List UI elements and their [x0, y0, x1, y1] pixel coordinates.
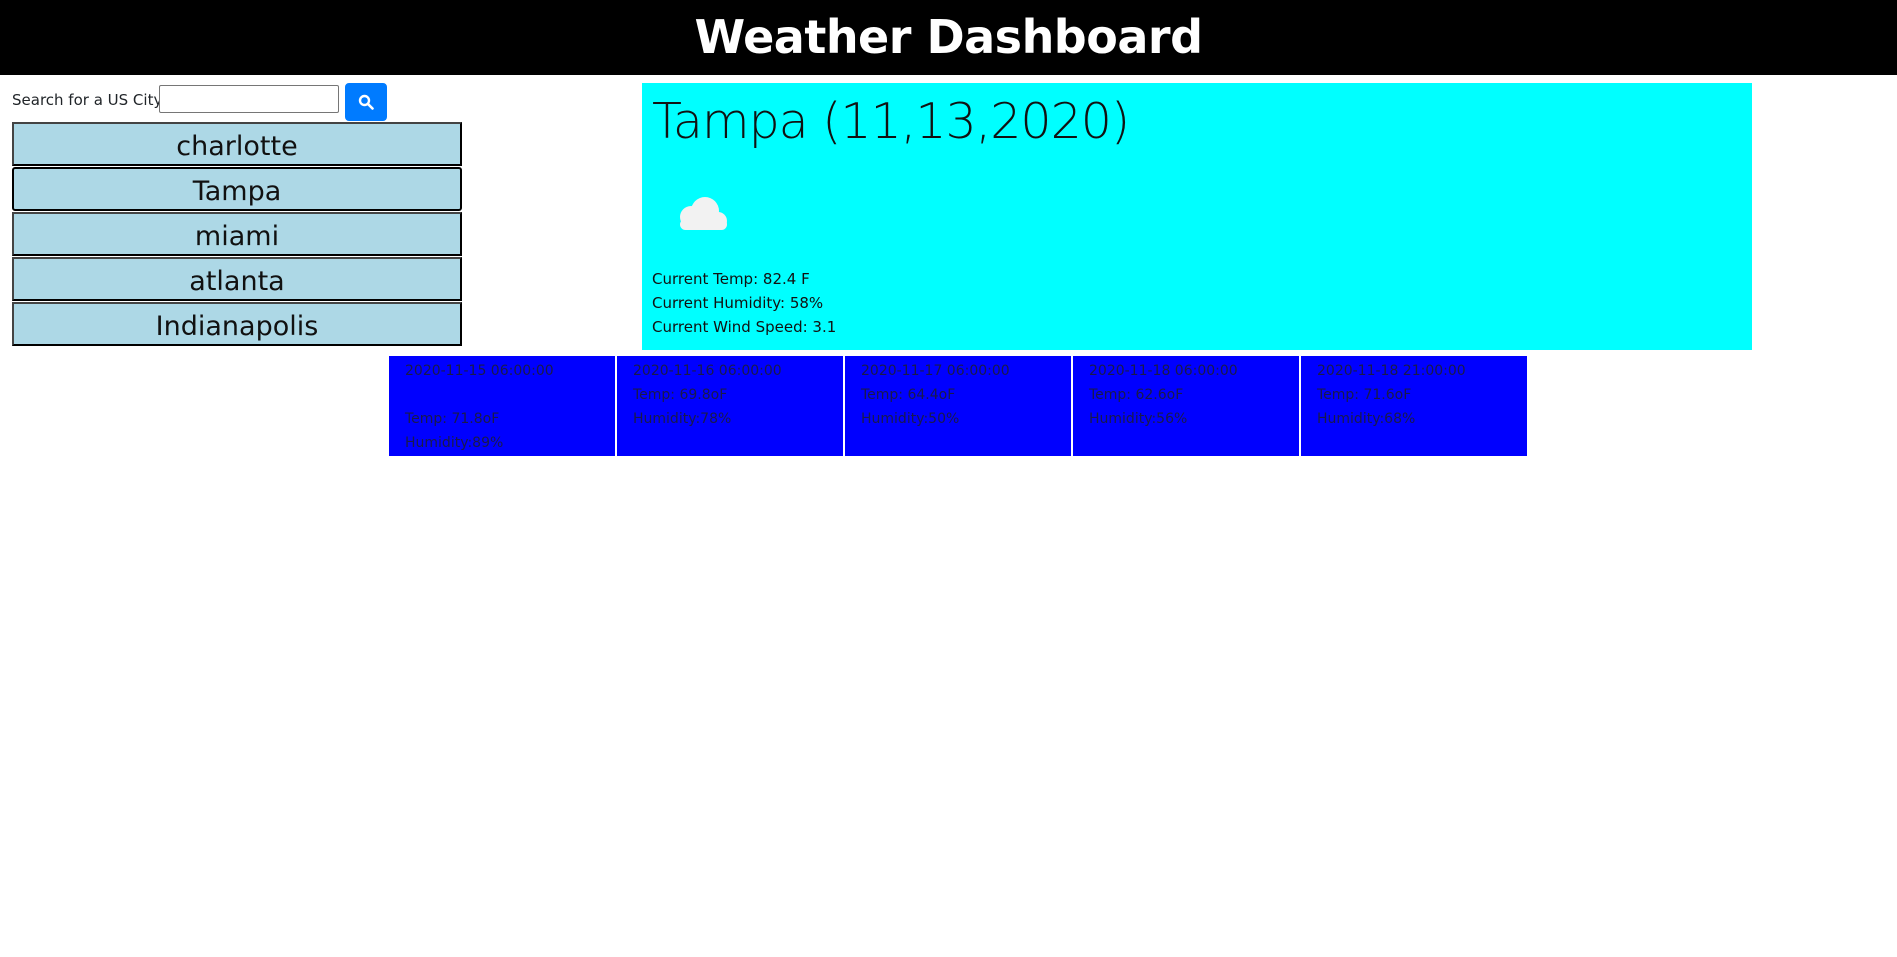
- city-button-charlotte[interactable]: charlotte: [12, 122, 462, 166]
- forecast-card: 2020-11-17 06:00:00 Temp: 64.4oF Humidit…: [845, 356, 1071, 456]
- forecast-temp: Temp: 62.6oF: [1089, 387, 1184, 403]
- search-input[interactable]: [159, 85, 339, 113]
- city-button-indianapolis[interactable]: Indianapolis: [12, 302, 462, 346]
- search-label: Search for a US City:: [12, 91, 167, 109]
- search-button[interactable]: [345, 83, 387, 121]
- forecast-humidity: Humidity:56%: [1089, 411, 1188, 427]
- forecast-humidity: Humidity:89%: [405, 435, 504, 451]
- forecast-date: 2020-11-17 06:00:00: [861, 363, 1010, 379]
- forecast-date: 2020-11-18 21:00:00: [1317, 363, 1466, 379]
- city-button-tampa[interactable]: Tampa: [12, 167, 462, 211]
- current-wind-speed: Current Wind Speed: 3.1: [652, 318, 837, 336]
- header-bar: Weather Dashboard: [0, 0, 1897, 75]
- current-weather-panel: Tampa (11,13,2020) Current Temp: 82.4 F …: [642, 83, 1752, 350]
- current-humidity: Current Humidity: 58%: [652, 294, 824, 312]
- forecast-blank-line: [405, 383, 615, 407]
- page-title: Weather Dashboard: [694, 10, 1203, 64]
- forecast-card: 2020-11-16 06:00:00 Temp: 69.8oF Humidit…: [617, 356, 843, 456]
- forecast-date: 2020-11-18 06:00:00: [1089, 363, 1238, 379]
- search-icon: [358, 94, 374, 110]
- city-history-list: charlotte Tampa miami atlanta Indianapol…: [12, 122, 462, 347]
- forecast-date: 2020-11-15 06:00:00: [405, 363, 554, 379]
- forecast-date: 2020-11-16 06:00:00: [633, 363, 782, 379]
- forecast-humidity: Humidity:68%: [1317, 411, 1416, 427]
- cloud-icon: [680, 197, 727, 230]
- forecast-card: 2020-11-15 06:00:00 Temp: 71.8oF Humidit…: [389, 356, 615, 456]
- forecast-row: 2020-11-15 06:00:00 Temp: 71.8oF Humidit…: [389, 356, 1529, 456]
- forecast-card: 2020-11-18 21:00:00 Temp: 71.6oF Humidit…: [1301, 356, 1527, 456]
- city-button-atlanta[interactable]: atlanta: [12, 257, 462, 301]
- forecast-humidity: Humidity:50%: [861, 411, 960, 427]
- forecast-temp: Temp: 64.4oF: [861, 387, 956, 403]
- current-temp: Current Temp: 82.4 F: [652, 270, 810, 288]
- forecast-card: 2020-11-18 06:00:00 Temp: 62.6oF Humidit…: [1073, 356, 1299, 456]
- forecast-humidity: Humidity:78%: [633, 411, 732, 427]
- forecast-temp: Temp: 71.6oF: [1317, 387, 1412, 403]
- current-city-title: Tampa (11,13,2020): [652, 93, 1130, 150]
- forecast-temp: Temp: 69.8oF: [633, 387, 728, 403]
- city-button-miami[interactable]: miami: [12, 212, 462, 256]
- forecast-temp: Temp: 71.8oF: [405, 411, 500, 427]
